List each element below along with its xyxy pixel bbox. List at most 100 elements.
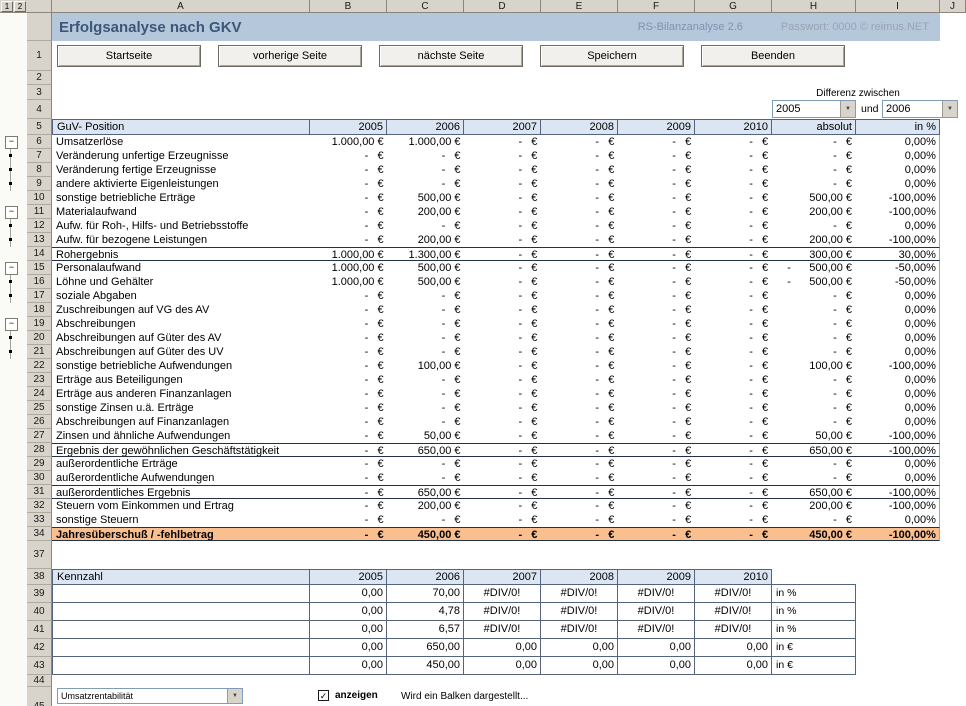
percent-cell[interactable]: 0,00%	[855, 177, 939, 191]
guv-position-cell[interactable]: außerordentliche Erträge	[52, 457, 310, 471]
absolut-cell[interactable]: 450,00 €	[771, 528, 855, 540]
guv-position-cell[interactable]: Erträge aus Beteiligungen	[52, 373, 310, 387]
value-cell-2007[interactable]: - €	[464, 135, 541, 149]
dropdown-arrow-icon[interactable]: ▼	[227, 689, 242, 703]
row-number[interactable]: 15	[27, 261, 52, 275]
value-cell-2010[interactable]: - €	[694, 457, 771, 471]
row-number[interactable]: 8	[27, 163, 52, 177]
value-cell-2009[interactable]: - €	[617, 233, 694, 247]
outline-marker-icon[interactable]	[0, 247, 27, 261]
value-cell-2006[interactable]: 650,00 €	[387, 444, 464, 456]
kennzahl-header-year[interactable]: 2007	[464, 569, 541, 585]
value-cell-2007[interactable]: - €	[464, 359, 541, 373]
value-cell-2005[interactable]: - €	[310, 401, 387, 415]
percent-cell[interactable]: -50,00%	[855, 275, 939, 289]
outline-marker-icon[interactable]	[0, 485, 27, 499]
row-number[interactable]: 2	[27, 71, 52, 85]
kennzahl-value-2010[interactable]: 0,00	[695, 657, 772, 675]
absolut-cell[interactable]: 650,00 €	[771, 444, 855, 456]
value-cell-2009[interactable]: - €	[617, 303, 694, 317]
value-cell-2005[interactable]: - €	[310, 233, 387, 247]
row-number[interactable]: 45	[27, 687, 52, 706]
value-cell-2010[interactable]: - €	[694, 429, 771, 443]
value-cell-2008[interactable]: - €	[540, 513, 617, 527]
value-cell-2005[interactable]: - €	[310, 331, 387, 345]
kennzahl-value-2007[interactable]: 0,00	[464, 657, 541, 675]
value-cell-2006[interactable]: 200,00 €	[387, 233, 464, 247]
value-cell-2009[interactable]: - €	[617, 387, 694, 401]
value-cell-2006[interactable]: - €	[387, 401, 464, 415]
guv-header-year[interactable]: 2007	[464, 119, 541, 135]
value-cell-2009[interactable]: - €	[617, 513, 694, 527]
value-cell-2005[interactable]: - €	[310, 303, 387, 317]
row-number[interactable]: 32	[27, 499, 52, 513]
column-header-f[interactable]: F	[618, 0, 695, 13]
absolut-cell[interactable]: - €	[771, 471, 855, 485]
value-cell-2006[interactable]: - €	[387, 513, 464, 527]
row-number[interactable]: 3	[27, 85, 52, 100]
kennzahl-value-2005[interactable]: 0,00	[310, 603, 387, 621]
value-cell-2010[interactable]: - €	[694, 303, 771, 317]
value-cell-2007[interactable]: - €	[464, 499, 541, 513]
value-cell-2006[interactable]: - €	[387, 219, 464, 233]
value-cell-2006[interactable]: 650,00 €	[387, 486, 464, 498]
value-cell-2008[interactable]: - €	[540, 303, 617, 317]
row-number[interactable]: 37	[27, 541, 52, 569]
value-cell-2007[interactable]: - €	[464, 444, 541, 456]
guv-header-year[interactable]: 2009	[618, 119, 695, 135]
kennzahl-value-2009[interactable]: #DIV/0!	[618, 621, 695, 639]
absolut-cell[interactable]: 100,00 €	[771, 359, 855, 373]
year-from-dropdown[interactable]: 2005 ▼	[772, 100, 856, 118]
value-cell-2010[interactable]: - €	[694, 177, 771, 191]
kennzahl-value-2008[interactable]: #DIV/0!	[541, 603, 618, 621]
guv-position-cell[interactable]: Veränderung fertige Erzeugnisse	[52, 163, 310, 177]
absolut-cell[interactable]: - 500,00 €	[771, 275, 855, 289]
absolut-cell[interactable]: - €	[771, 513, 855, 527]
percent-cell[interactable]: -100,00%	[855, 486, 939, 498]
absolut-cell[interactable]: 500,00 €	[771, 191, 855, 205]
guv-position-cell[interactable]: Steuern vom Einkommen und Ertrag	[52, 499, 310, 513]
value-cell-2007[interactable]: - €	[464, 233, 541, 247]
outline-marker-icon[interactable]	[0, 387, 27, 401]
guv-header-year[interactable]: 2006	[387, 119, 464, 135]
kennzahl-value-2005[interactable]: 0,00	[310, 621, 387, 639]
value-cell-2009[interactable]: - €	[617, 528, 694, 540]
value-cell-2007[interactable]: - €	[464, 149, 541, 163]
row-number[interactable]: 14	[27, 247, 52, 261]
value-cell-2006[interactable]: - €	[387, 457, 464, 471]
value-cell-2008[interactable]: - €	[540, 163, 617, 177]
value-cell-2006[interactable]: 500,00 €	[387, 275, 464, 289]
row-number[interactable]: 44	[27, 675, 52, 687]
value-cell-2006[interactable]: 200,00 €	[387, 205, 464, 219]
value-cell-2005[interactable]: - €	[310, 415, 387, 429]
outline-marker-icon[interactable]	[0, 317, 27, 331]
value-cell-2007[interactable]: - €	[464, 219, 541, 233]
guv-position-cell[interactable]: Erträge aus anderen Finanzanlagen	[52, 387, 310, 401]
value-cell-2007[interactable]: - €	[464, 429, 541, 443]
value-cell-2008[interactable]: - €	[540, 359, 617, 373]
kennzahl-value-2010[interactable]: #DIV/0!	[695, 585, 772, 603]
absolut-cell[interactable]: - €	[771, 177, 855, 191]
percent-cell[interactable]: -100,00%	[855, 528, 939, 540]
value-cell-2006[interactable]: - €	[387, 331, 464, 345]
percent-cell[interactable]: -100,00%	[855, 205, 939, 219]
value-cell-2005[interactable]: - €	[310, 149, 387, 163]
value-cell-2009[interactable]: - €	[617, 289, 694, 303]
value-cell-2010[interactable]: - €	[694, 387, 771, 401]
row-number[interactable]: 29	[27, 457, 52, 471]
value-cell-2006[interactable]: - €	[387, 289, 464, 303]
value-cell-2006[interactable]: 1.300,00 €	[387, 248, 464, 260]
percent-cell[interactable]: -100,00%	[855, 444, 939, 456]
absolut-cell[interactable]: 300,00 €	[771, 248, 855, 260]
anzeigen-checkbox[interactable]: ✓	[318, 690, 329, 701]
kennzahl-value-2007[interactable]: #DIV/0!	[464, 621, 541, 639]
value-cell-2005[interactable]: - €	[310, 359, 387, 373]
value-cell-2008[interactable]: - €	[540, 205, 617, 219]
column-header-g[interactable]: G	[695, 0, 772, 13]
absolut-cell[interactable]: - €	[771, 415, 855, 429]
value-cell-2008[interactable]: - €	[540, 219, 617, 233]
value-cell-2006[interactable]: - €	[387, 345, 464, 359]
value-cell-2008[interactable]: - €	[540, 401, 617, 415]
kennzahl-value-2009[interactable]: 0,00	[618, 657, 695, 675]
row-number[interactable]: 23	[27, 373, 52, 387]
